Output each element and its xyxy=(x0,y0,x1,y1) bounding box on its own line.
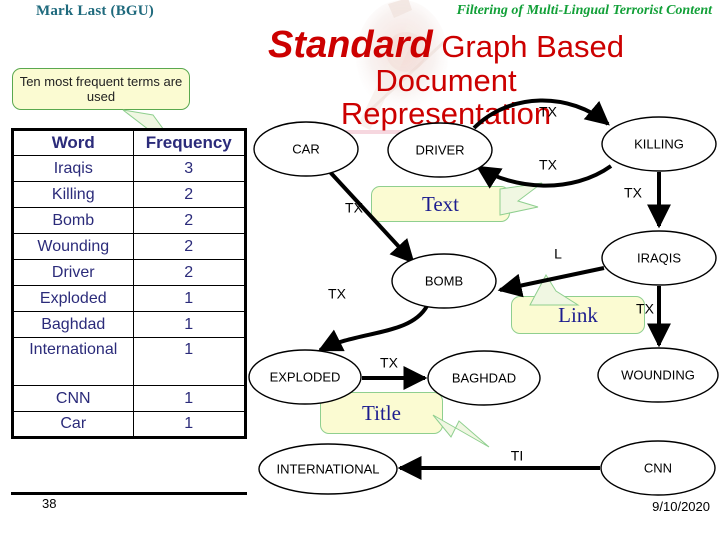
node-label-baghdad: BAGHDAD xyxy=(452,370,516,385)
edge-label-exploded-baghdad: TX xyxy=(380,355,399,371)
edge-label-bomb-exploded: TX xyxy=(328,286,347,302)
edge-label-iraqis-bomb: L xyxy=(554,246,562,262)
edge-label-car-bomb: TX xyxy=(345,200,364,216)
node-label-exploded: EXPLODED xyxy=(270,369,341,384)
document-graph: CAR DRIVER KILLING IRAQIS BOMB EXPLODED … xyxy=(248,98,719,496)
node-label-driver: DRIVER xyxy=(415,142,464,157)
edge-label-cnn-international: TI xyxy=(511,448,523,464)
slide-canvas: Mark Last (BGU) Filtering of Multi-Lingu… xyxy=(0,0,720,540)
node-label-international: INTERNATIONAL xyxy=(276,461,379,476)
node-label-iraqis: IRAQIS xyxy=(637,250,681,265)
node-label-cnn: CNN xyxy=(644,460,672,475)
edge-label-iraqis-wounding: TX xyxy=(636,301,655,317)
edge-label-killing-iraqis: TX xyxy=(624,185,643,201)
slide-date: 9/10/2020 xyxy=(652,499,710,514)
edge-label-driver-killing: TX xyxy=(539,104,558,120)
edge-car-bomb xyxy=(328,170,415,264)
edge-iraqis-bomb xyxy=(497,266,605,298)
node-label-killing: KILLING xyxy=(634,136,684,151)
page-number: 38 xyxy=(42,496,57,511)
edge-bomb-exploded xyxy=(317,304,429,352)
node-label-bomb: BOMB xyxy=(425,273,463,288)
edge-label-killing-driver: TX xyxy=(539,157,558,173)
node-label-car: CAR xyxy=(292,141,319,156)
node-label-wounding: WOUNDING xyxy=(621,367,695,382)
